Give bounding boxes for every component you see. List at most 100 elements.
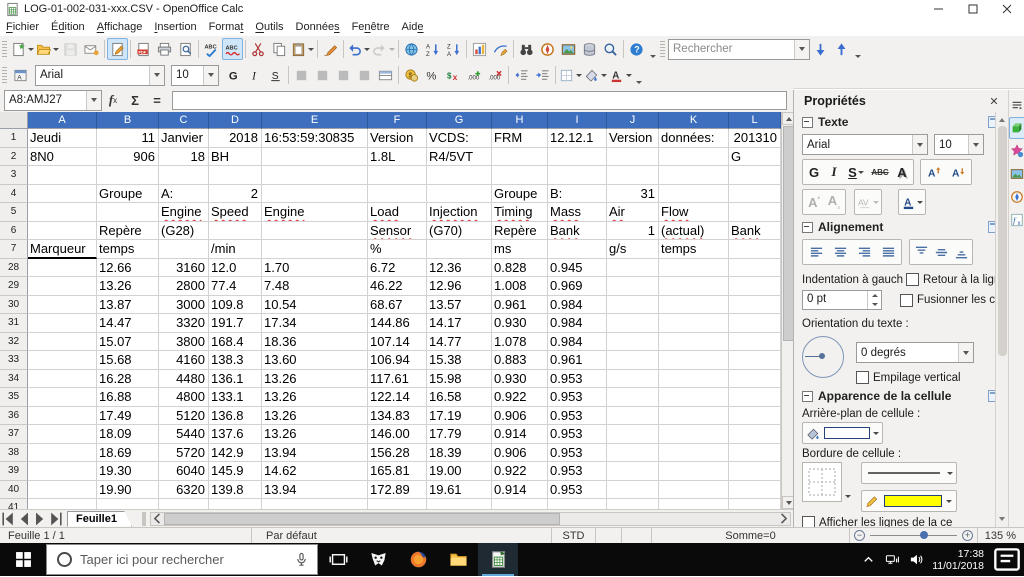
- start-button[interactable]: [0, 543, 46, 576]
- cell-D37[interactable]: 137.6: [209, 425, 262, 444]
- cell-K33[interactable]: [659, 351, 729, 370]
- find-text-field[interactable]: [669, 43, 794, 55]
- cell-D6[interactable]: [209, 222, 262, 241]
- column-header-K[interactable]: K: [659, 112, 729, 129]
- cell-E38[interactable]: 13.94: [262, 444, 368, 463]
- cell-H35[interactable]: 0.922: [492, 388, 548, 407]
- cell-B29[interactable]: 13.26: [97, 277, 159, 296]
- cell-G32[interactable]: 14.77: [427, 333, 492, 352]
- edit-file-button[interactable]: [107, 38, 128, 60]
- scroll-down-icon[interactable]: [996, 513, 1008, 525]
- strikethrough-button[interactable]: ABC: [868, 161, 892, 183]
- cell-L35[interactable]: [729, 388, 781, 407]
- row-header-35[interactable]: 35: [0, 388, 28, 407]
- row-header-33[interactable]: 33: [0, 351, 28, 370]
- row-header-31[interactable]: 31: [0, 314, 28, 333]
- sidebar-tab-functions-deck[interactable]: fx: [1009, 209, 1024, 231]
- cell-D3[interactable]: [209, 166, 262, 185]
- cell-D5[interactable]: Speed: [209, 203, 262, 222]
- font-name-combo[interactable]: Arial: [35, 65, 165, 86]
- cell-E4[interactable]: [262, 185, 368, 204]
- bold-button[interactable]: G: [804, 161, 824, 183]
- cell-K4[interactable]: [659, 185, 729, 204]
- cell-D28[interactable]: 12.0: [209, 259, 262, 278]
- cell-I1[interactable]: 12.12.1: [548, 129, 607, 148]
- cell-B31[interactable]: 14.47: [97, 314, 159, 333]
- insert-chart-button[interactable]: [469, 38, 490, 60]
- cell-J2[interactable]: [607, 148, 659, 167]
- valign-top-button[interactable]: [911, 241, 931, 263]
- cell-A30[interactable]: [28, 296, 97, 315]
- cell-A38[interactable]: [28, 444, 97, 463]
- border-line-color-button[interactable]: [861, 490, 957, 512]
- cell-C41[interactable]: [159, 499, 209, 509]
- cell-B6[interactable]: Repère: [97, 222, 159, 241]
- horizontal-scrollbar[interactable]: [150, 512, 791, 526]
- cell-J4[interactable]: 31: [607, 185, 659, 204]
- cell-F4[interactable]: [368, 185, 427, 204]
- cell-F40[interactable]: 172.89: [368, 481, 427, 500]
- taskbar-app-task-view[interactable]: [318, 543, 358, 576]
- cell-G40[interactable]: 19.61: [427, 481, 492, 500]
- tab-area-splitter[interactable]: [142, 512, 146, 526]
- undo-button[interactable]: [346, 38, 371, 60]
- cell-C33[interactable]: 4160: [159, 351, 209, 370]
- cell-K35[interactable]: [659, 388, 729, 407]
- add-decimal-button[interactable]: .000: [464, 64, 485, 86]
- cell-E3[interactable]: [262, 166, 368, 185]
- cell-K1[interactable]: données:: [659, 129, 729, 148]
- italic-button[interactable]: I: [824, 161, 844, 183]
- cell-H6[interactable]: Repère: [492, 222, 548, 241]
- cell-E32[interactable]: 18.36: [262, 333, 368, 352]
- cell-C5[interactable]: Engine: [159, 203, 209, 222]
- zoom-out-icon[interactable]: −: [854, 530, 865, 541]
- cell-A6[interactable]: [28, 222, 97, 241]
- tray-chevron-up-icon[interactable]: [856, 552, 880, 567]
- cell-K28[interactable]: [659, 259, 729, 278]
- cell-D40[interactable]: 139.8: [209, 481, 262, 500]
- cell-E36[interactable]: 13.26: [262, 407, 368, 426]
- cell-C6[interactable]: (G28): [159, 222, 209, 241]
- decrease-indent-button[interactable]: [511, 64, 532, 86]
- valign-bottom-button[interactable]: [951, 241, 971, 263]
- cell-B1[interactable]: 11: [97, 129, 159, 148]
- data-sources-button[interactable]: [579, 38, 600, 60]
- cell-B33[interactable]: 15.68: [97, 351, 159, 370]
- row-header-7[interactable]: 7: [0, 240, 28, 259]
- name-box[interactable]: A8:AMJ27: [4, 90, 102, 111]
- cell-F36[interactable]: 134.83: [368, 407, 427, 426]
- cell-F6[interactable]: Sensor: [368, 222, 427, 241]
- indent-stepper[interactable]: 0 pt: [802, 290, 882, 310]
- cell-L1[interactable]: 201310: [729, 129, 781, 148]
- cell-E28[interactable]: 1.70: [262, 259, 368, 278]
- cell-I34[interactable]: 0.953: [548, 370, 607, 389]
- taskbar-clock[interactable]: 17:38 11/01/2018: [928, 548, 990, 572]
- column-header-A[interactable]: A: [28, 112, 97, 129]
- cell-L6[interactable]: Bank: [729, 222, 781, 241]
- zoom-in-icon[interactable]: +: [962, 530, 973, 541]
- cell-J34[interactable]: [607, 370, 659, 389]
- cell-H28[interactable]: 0.828: [492, 259, 548, 278]
- toolbar-overflow-icon[interactable]: [647, 38, 658, 61]
- cell-J3[interactable]: [607, 166, 659, 185]
- cell-C29[interactable]: 2800: [159, 277, 209, 296]
- sidebar-tab-sidebar-menu[interactable]: [1009, 94, 1024, 116]
- export-pdf-button[interactable]: PDF: [133, 38, 154, 60]
- cell-A41[interactable]: [28, 499, 97, 509]
- cell-E29[interactable]: 7.48: [262, 277, 368, 296]
- show-cell-grid-lines-checkbox[interactable]: Afficher les lignes de la ce: [802, 516, 952, 527]
- cell-G34[interactable]: 15.98: [427, 370, 492, 389]
- cell-G41[interactable]: [427, 499, 492, 509]
- menu-outils[interactable]: Outils: [249, 19, 289, 35]
- cell-B2[interactable]: 906: [97, 148, 159, 167]
- taskbar-app-mask-app[interactable]: [358, 543, 398, 576]
- align-center-button[interactable]: [828, 241, 852, 263]
- cell-J38[interactable]: [607, 444, 659, 463]
- microphone-icon[interactable]: [294, 552, 309, 567]
- zoom-slider-thumb[interactable]: [920, 531, 928, 539]
- cell-G39[interactable]: 19.00: [427, 462, 492, 481]
- cell-H31[interactable]: 0.930: [492, 314, 548, 333]
- cell-G35[interactable]: 16.58: [427, 388, 492, 407]
- cell-K5[interactable]: Flow: [659, 203, 729, 222]
- row-header-41[interactable]: 41: [0, 499, 28, 509]
